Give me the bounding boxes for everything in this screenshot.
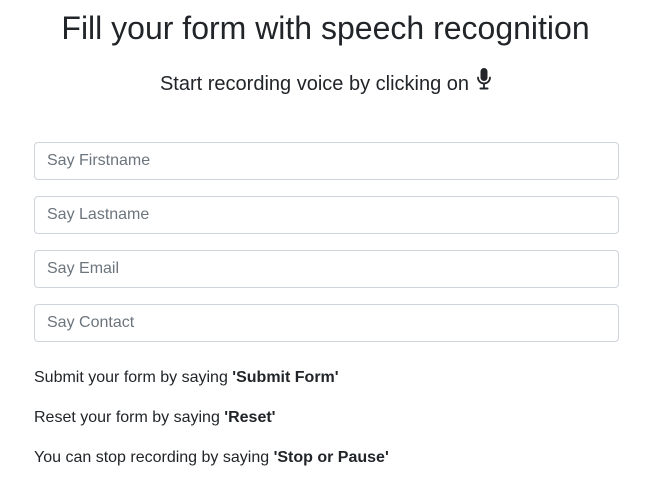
- microphone-icon[interactable]: [477, 68, 491, 90]
- lastname-input[interactable]: [34, 196, 619, 234]
- subtitle-text: Start recording voice by clicking on: [159, 72, 470, 95]
- submit-command: 'Submit Form': [232, 369, 339, 386]
- submit-instruction-text: Submit your form by saying: [34, 369, 233, 386]
- speech-form: [34, 142, 619, 358]
- email-input[interactable]: [34, 250, 619, 288]
- reset-instruction-text: Reset your form by saying: [34, 409, 225, 426]
- submit-instruction: Submit your form by saying 'Submit Form': [34, 368, 634, 388]
- stop-instruction: You can stop recording by saying 'Stop o…: [34, 448, 634, 468]
- stop-instruction-text: You can stop recording by saying: [34, 449, 274, 466]
- reset-instruction: Reset your form by saying 'Reset': [34, 408, 634, 428]
- voice-commands: Submit your form by saying 'Submit Form'…: [34, 368, 634, 488]
- page-title: Fill your form with speech recognition: [61, 10, 590, 46]
- firstname-input[interactable]: [34, 142, 619, 180]
- subtitle: Start recording voice by clicking on: [0, 68, 651, 99]
- contact-input[interactable]: [34, 304, 619, 342]
- stop-command: 'Stop or Pause': [273, 449, 389, 466]
- microphone-button[interactable]: [477, 68, 491, 97]
- reset-command: 'Reset': [224, 409, 276, 426]
